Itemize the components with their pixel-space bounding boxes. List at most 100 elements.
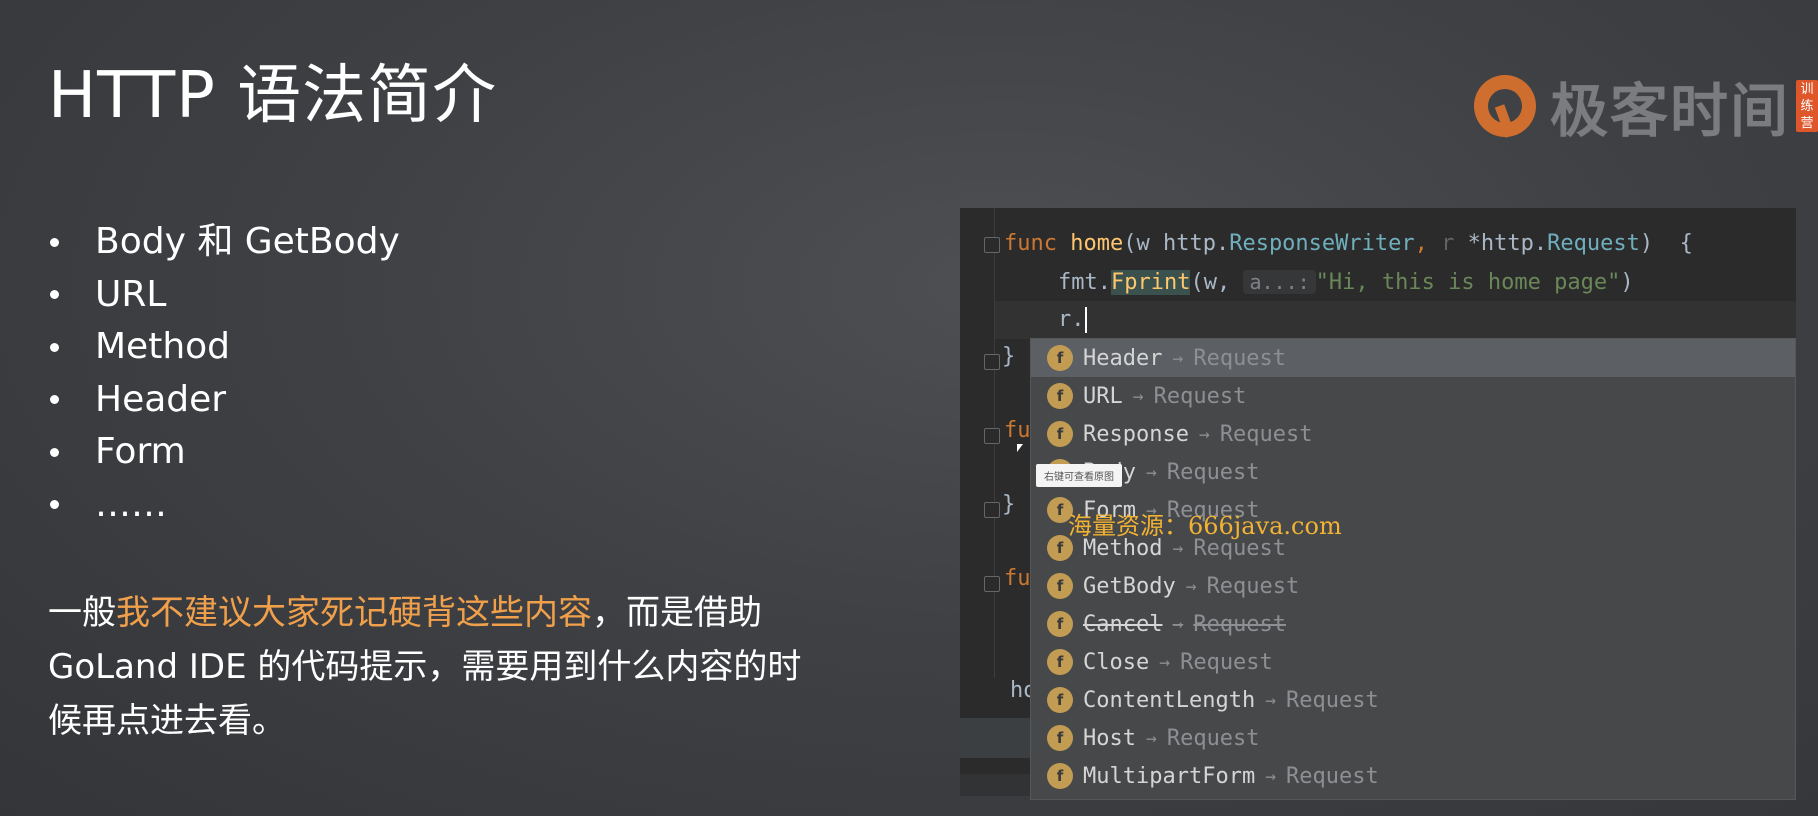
field-icon: f	[1047, 383, 1073, 409]
field-icon: f	[1047, 687, 1073, 713]
code-keyword: func	[1004, 231, 1057, 256]
completion-item-name: ContentLength	[1083, 687, 1256, 713]
completion-item[interactable]: f Response → Request	[1031, 415, 1795, 453]
arrow-right-icon: →	[1172, 347, 1184, 369]
completion-item-name: URL	[1083, 383, 1123, 409]
completion-item-type: Request	[1193, 611, 1287, 637]
code-type: Request	[1547, 231, 1640, 256]
bullet-list: Body 和 GetBody URL Method Header Form ……	[48, 216, 400, 531]
code-text: fmt.	[1058, 270, 1111, 295]
field-icon: f	[1047, 763, 1073, 789]
code-text: ,	[1414, 231, 1442, 256]
fold-marker-icon[interactable]	[984, 576, 1000, 592]
fold-marker-icon[interactable]	[984, 354, 1000, 370]
code-text: (w,	[1190, 270, 1244, 295]
code-text: ) {	[1639, 231, 1693, 256]
code-type: ResponseWriter	[1229, 231, 1415, 256]
completion-item-type: Request	[1286, 687, 1379, 713]
completion-item-name: Host	[1083, 725, 1136, 751]
code-function-call: Fprint	[1110, 270, 1191, 295]
completion-item[interactable]: fBody→Request	[1031, 453, 1795, 491]
paragraph-pre: 一般	[48, 593, 116, 633]
bullet-item: Body 和 GetBody	[48, 216, 400, 269]
bullet-dot-icon	[50, 500, 59, 510]
code-string: "Hi, this is home page"	[1315, 270, 1621, 295]
code-text: r.	[1058, 307, 1085, 332]
completion-item[interactable]: f ContentLength → Request	[1031, 681, 1795, 719]
completion-item[interactable]: f Host → Request	[1031, 719, 1795, 757]
mouse-cursor-icon	[1017, 444, 1023, 452]
arrow-right-icon: →	[1185, 575, 1197, 597]
completion-item-type: Request	[1153, 383, 1247, 409]
bullet-item: URL	[48, 269, 400, 322]
brand-name: 极客时间	[1550, 77, 1791, 145]
completion-item-name: Close	[1083, 649, 1150, 675]
code-text: *	[1454, 231, 1481, 256]
code-completion-popup[interactable]: f Header → Request f URL → Request f Response → Req…	[1030, 338, 1796, 800]
bullet-dot-icon	[50, 237, 59, 247]
completion-item[interactable]: f Header → Request	[1031, 339, 1795, 377]
code-keyword-partial: fu	[1004, 566, 1031, 591]
bullet-text: URL	[95, 273, 167, 315]
completion-item-name: MultipartForm	[1083, 763, 1256, 789]
bullet-item: ……	[48, 479, 400, 532]
paragraph-accent: 我不建议大家死记硬背这些内容	[116, 593, 592, 633]
code-line-1[interactable]: func home(w http.ResponseWriter, r *http…	[1004, 226, 1693, 262]
code-line-2[interactable]: fmt.Fprint(w, a...: "Hi, this is home pag…	[1058, 264, 1634, 300]
fold-marker-icon[interactable]	[984, 428, 1000, 444]
slide-title: HTTP 语法简介	[48, 59, 498, 133]
field-icon: f	[1047, 611, 1073, 637]
completion-item-type: Request	[1166, 725, 1260, 751]
fold-marker-icon[interactable]	[984, 237, 1000, 253]
completion-item-type: Request	[1286, 763, 1379, 789]
completion-item-type: Request	[1219, 421, 1313, 447]
bullet-text: ……	[95, 483, 167, 525]
parameter-hint: a...:	[1243, 270, 1316, 294]
bullet-dot-icon	[50, 447, 59, 457]
arrow-right-icon: →	[1172, 613, 1184, 635]
code-brace: }	[1002, 492, 1016, 517]
code-line-3[interactable]: r.	[1058, 302, 1087, 338]
arrow-right-icon: →	[1145, 461, 1157, 483]
completion-item-type: Request	[1206, 573, 1300, 599]
arrow-right-icon: →	[1265, 689, 1277, 711]
bullet-item: Form	[48, 426, 400, 479]
arrow-right-icon: →	[1145, 727, 1157, 749]
completion-item-name: Response	[1083, 421, 1189, 447]
completion-item-name: Cancel	[1083, 611, 1163, 637]
bullet-item: Method	[48, 321, 400, 374]
brand-logo: 极客时间 训 练 营	[1474, 64, 1818, 148]
completion-item-type: Request	[1166, 459, 1260, 485]
brand-badge-char: 训	[1800, 81, 1814, 97]
geektime-logo-icon	[1474, 75, 1536, 137]
bullet-dot-icon	[50, 290, 59, 300]
code-function-name: home	[1070, 231, 1124, 256]
code-text: (w	[1123, 231, 1163, 256]
brand-badge-char: 营	[1800, 115, 1814, 131]
completion-item[interactable]: f Cancel → Request	[1031, 605, 1795, 643]
arrow-right-icon: →	[1198, 423, 1210, 445]
code-unused-param: r	[1441, 231, 1455, 256]
brand-badge-char: 练	[1800, 98, 1814, 114]
current-line-highlight	[994, 301, 1796, 339]
arrow-right-icon: →	[1265, 765, 1277, 787]
fold-marker-icon[interactable]	[984, 502, 1000, 518]
completion-item-type: Request	[1193, 345, 1287, 371]
field-icon: f	[1047, 421, 1073, 447]
completion-item[interactable]: f URL → Request	[1031, 377, 1795, 415]
text-caret	[1084, 307, 1087, 333]
field-icon: f	[1047, 649, 1073, 675]
code-package: http.	[1480, 231, 1548, 256]
completion-item-name: GetBody	[1083, 573, 1176, 599]
completion-item[interactable]: f GetBody → Request	[1031, 567, 1795, 605]
bullet-text: Form	[95, 431, 186, 473]
completion-item[interactable]: f MultipartForm → Request	[1031, 757, 1795, 795]
slide-paragraph: 一般我不建议大家死记硬背这些内容，而是借助 GoLand IDE 的代码提示，需…	[48, 586, 828, 748]
watermark-text: 海量资源：666java.com	[1068, 512, 1342, 540]
bullet-item: Header	[48, 374, 400, 427]
field-icon: f	[1047, 345, 1073, 371]
completion-item[interactable]: f Close → Request	[1031, 643, 1795, 681]
completion-item-type: Request	[1180, 649, 1273, 675]
field-icon: f	[1047, 573, 1073, 599]
bullet-text: Header	[95, 378, 227, 420]
